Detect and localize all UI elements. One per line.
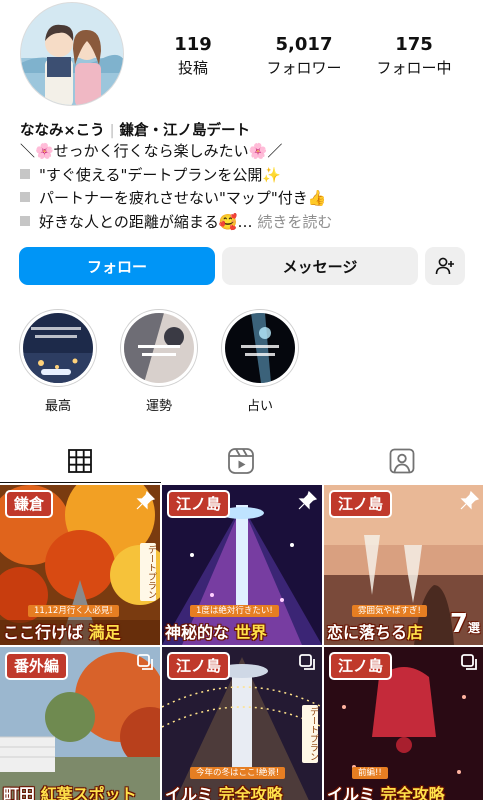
post-tag: 江ノ島 [329, 490, 393, 518]
read-more-link[interactable]: 続きを読む [257, 213, 332, 231]
stat-posts-label: 投稿 [177, 59, 208, 77]
post-tile-3[interactable]: 江ノ島 雰囲気やばすぎ! 恋に落ちる店 7選 [324, 485, 483, 645]
add-person-icon [435, 257, 454, 275]
post-ribbon: 前編!! [352, 767, 388, 779]
highlight-cover [225, 313, 295, 383]
grid-icon [68, 449, 92, 473]
stat-following[interactable]: 175 フォロー中 [354, 34, 474, 78]
post-caption-highlight: 世界 [234, 623, 267, 642]
post-ribbon: 11,12月行く人必見! [28, 605, 119, 617]
post-tag: 江ノ島 [167, 490, 231, 518]
bio-line-3-text: パートナーを疲れさせない"マップ"付き👍 [39, 189, 327, 207]
post-side-label: デートプラン [140, 543, 156, 601]
pin-icon [460, 491, 479, 510]
post-caption-highlight: 紅葉スポット [40, 785, 137, 800]
multi-image-icon [137, 654, 153, 670]
post-caption-highlight: 満足 [88, 623, 121, 642]
post-ribbon: 1度は絶対行きたい! [190, 605, 279, 617]
highlight-ring [221, 309, 299, 387]
message-button[interactable]: メッセージ [222, 247, 418, 285]
post-tag: 江ノ島 [167, 652, 231, 680]
bio-line-3: パートナーを疲れさせない"マップ"付き👍 [20, 187, 470, 211]
post-tile-5[interactable]: 江ノ島 デートプラン 今年の冬はここ!絶景! イルミ 完全攻略 [162, 647, 322, 800]
bio-line-2-text: "すぐ使える"デートプランを公開✨ [39, 165, 282, 184]
post-tag: 番外編 [5, 652, 69, 680]
post-caption-main: イルミ [327, 785, 376, 800]
post-tile-4[interactable]: 番外編 町田 紅葉スポット [0, 647, 160, 800]
post-number-badge: 7選 [450, 609, 480, 639]
tagged-icon [389, 448, 415, 474]
post-caption-main: 町田 [3, 785, 36, 800]
post-caption-highlight: 店 [407, 623, 424, 642]
post-caption-main: 神秘的な [165, 623, 230, 642]
tab-tagged[interactable] [322, 441, 482, 481]
tab-posts-grid[interactable] [0, 441, 160, 481]
post-caption: イルミ 完全攻略 [327, 781, 445, 800]
stat-followers-label: フォロワー [266, 59, 342, 77]
stat-posts-count: 119 [174, 34, 212, 55]
bullet-icon [20, 168, 30, 179]
profile-avatar[interactable] [20, 2, 124, 106]
bio-line-4-text: 好きな人との距離が縮まる🥰… [39, 212, 253, 231]
stat-following-count: 175 [395, 34, 433, 55]
post-side-label: デートプラン [302, 705, 318, 763]
post-ribbon: 今年の冬はここ!絶景! [190, 767, 286, 779]
reels-icon [228, 448, 254, 474]
highlight-3[interactable]: 占い [221, 309, 299, 414]
post-caption-highlight: 完全攻略 [218, 785, 283, 800]
active-tab-indicator [0, 482, 161, 483]
highlight-label: 運勢 [145, 399, 172, 414]
post-grid: 鎌倉 デートプラン 11,12月行く人必見! ここ行けば 満足 江ノ島 1度は絶… [0, 485, 483, 800]
post-caption: 恋に落ちる店 [327, 619, 423, 643]
highlight-ring [120, 309, 198, 387]
tab-reels[interactable] [161, 441, 321, 481]
post-tag: 江ノ島 [329, 652, 393, 680]
bullet-icon [20, 215, 30, 226]
post-caption-main: イルミ [165, 785, 214, 800]
highlight-cover [124, 313, 194, 383]
highlight-cover [23, 313, 93, 383]
highlight-2[interactable]: 運勢 [120, 309, 198, 414]
post-tile-6[interactable]: 江ノ島 前編!! イルミ 完全攻略 [324, 647, 483, 800]
post-tile-2[interactable]: 江ノ島 1度は絶対行きたい! 神秘的な 世界 [162, 485, 322, 645]
post-caption: 町田 紅葉スポット [3, 781, 137, 800]
bio-line-2: "すぐ使える"デートプランを公開✨ [20, 164, 470, 188]
name-separator: | [109, 123, 115, 139]
avatar-illustration [21, 3, 123, 105]
post-caption: ここ行けば 満足 [3, 619, 121, 643]
bio-line-1: ＼🌸せっかく行くなら楽しみたい🌸／ [20, 142, 283, 160]
post-caption-main: ここ行けば [3, 623, 84, 642]
multi-image-icon [299, 654, 315, 670]
profile-name-line: ななみ×こう | 鎌倉・江ノ島デート [20, 119, 250, 140]
post-ribbon: 雰囲気やばすぎ! [352, 605, 427, 617]
bio-line-4: 好きな人との距離が縮まる🥰… 続きを読む [20, 211, 470, 235]
highlight-1[interactable]: 最高 [19, 309, 97, 414]
highlight-ring [19, 309, 97, 387]
bullet-icon [20, 192, 30, 202]
post-tag: 鎌倉 [5, 490, 54, 518]
stat-posts[interactable]: 119 投稿 [133, 34, 253, 78]
stat-followers[interactable]: 5,017 フォロワー [244, 34, 364, 78]
highlight-label: 占い [246, 399, 273, 414]
post-caption-highlight: 完全攻略 [380, 785, 445, 800]
post-caption-main: 恋に落ちる [327, 623, 408, 642]
post-caption: 神秘的な 世界 [165, 619, 267, 643]
post-tile-1[interactable]: 鎌倉 デートプラン 11,12月行く人必見! ここ行けば 満足 [0, 485, 160, 645]
stat-following-label: フォロー中 [376, 59, 452, 77]
multi-image-icon [461, 654, 477, 670]
follow-button[interactable]: フォロー [19, 247, 215, 285]
suggest-user-button[interactable] [425, 247, 465, 285]
profile-name: ななみ×こう [20, 123, 105, 139]
post-caption: イルミ 完全攻略 [165, 781, 283, 800]
profile-category: 鎌倉・江ノ島デート [119, 123, 251, 139]
stat-followers-count: 5,017 [275, 34, 333, 55]
highlight-label: 最高 [44, 399, 71, 414]
pin-icon [298, 491, 317, 510]
profile-bio: ＼🌸せっかく行くなら楽しみたい🌸／ "すぐ使える"デートプランを公開✨ パートナ… [20, 140, 470, 234]
post-number: 7 [449, 609, 468, 639]
post-number-suffix: 選 [467, 621, 480, 635]
pin-icon [136, 491, 155, 510]
